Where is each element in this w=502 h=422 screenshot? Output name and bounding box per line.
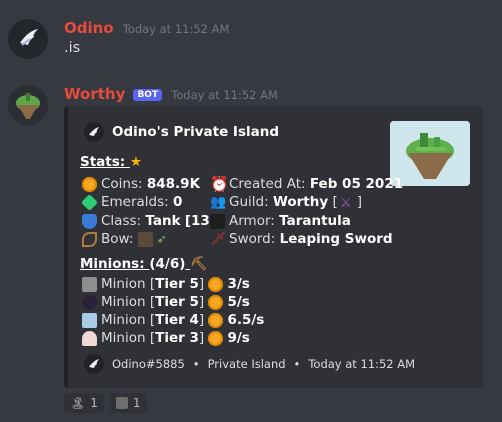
timestamp: Today at 11:52 AM — [122, 22, 230, 36]
bow-icon — [82, 231, 97, 247]
footer-separator: • — [192, 357, 200, 371]
stat-label: Guild: — [229, 194, 269, 210]
stat-label: Class: — [101, 213, 142, 229]
footer-separator: • — [293, 357, 301, 371]
stats-title: Stats: — [80, 154, 126, 170]
minion-tier: Tier 3 — [155, 330, 199, 346]
reaction-count: 1 — [132, 396, 141, 410]
footer-time: Today at 11:52 AM — [308, 357, 416, 371]
quartz-icon — [82, 330, 97, 346]
embed-author: Odino's Private Island — [84, 122, 279, 142]
coin-icon — [208, 312, 224, 328]
timestamp: Today at 11:52 AM — [171, 88, 278, 102]
stats-heading: Stats: ★ — [80, 154, 142, 170]
stat-class: Class: Tank [13] — [82, 213, 216, 229]
alarm-clock-icon: ⏰ — [210, 174, 229, 193]
minion-name: Minion — [101, 276, 146, 292]
reaction-stone[interactable]: 1 — [109, 393, 147, 413]
stat-value: 0 — [173, 194, 183, 210]
chestplate-icon — [210, 213, 225, 229]
ice-icon — [82, 312, 97, 328]
tier-close: ] — [198, 276, 205, 292]
stat-label: Armor: — [229, 213, 275, 229]
obsidian-icon — [82, 294, 97, 310]
stat-armor: Armor: Tarantula — [210, 213, 351, 229]
stat-value: Feb 05 2021 — [309, 176, 404, 192]
minion-rate: 5/s — [227, 294, 250, 310]
embed-title[interactable]: Odino's Private Island — [112, 124, 279, 140]
footer-label: Private Island — [207, 357, 286, 371]
minion-tier: Tier 5 — [155, 294, 199, 310]
minion-row: Minion [Tier 3] 9/s — [82, 330, 250, 346]
coin-icon — [208, 276, 224, 292]
user-avatar[interactable] — [8, 19, 48, 59]
stat-label: Created At: — [229, 176, 306, 192]
minion-rate: 9/s — [227, 330, 250, 346]
star-icon: ★ — [129, 154, 142, 170]
reaction-island[interactable]: 🏝 1 — [64, 393, 104, 413]
minion-row: Minion [Tier 4] 6.5/s — [82, 312, 264, 328]
people-icon: 👥 — [210, 194, 227, 210]
tier-close: ] — [198, 294, 205, 310]
username[interactable]: Odino — [64, 19, 114, 37]
minion-row: Minion [Tier 5] 5/s — [82, 294, 250, 310]
arrow-icon: ➶ — [156, 231, 167, 246]
minions-count: (4/6) — [149, 256, 186, 272]
island-icon: 🏝 — [70, 396, 86, 410]
stat-created: ⏰ Created At: Feb 05 2021 — [210, 176, 403, 192]
block-icon — [137, 231, 153, 247]
minion-name: Minion — [101, 312, 146, 328]
stat-guild: 👥 Guild: Worthy [⚔] — [210, 194, 363, 211]
stat-coins: Coins: 848.9K — [82, 176, 200, 192]
stat-bow: Bow: ➶ — [82, 231, 176, 247]
bot-avatar[interactable] — [8, 85, 48, 125]
stat-value: Worthy — [272, 194, 329, 210]
stat-label: Emeralds: — [101, 194, 169, 210]
emerald-icon — [81, 193, 98, 211]
footer-icon — [84, 354, 104, 374]
stat-emeralds: Emeralds: 0 — [81, 193, 183, 211]
coin-icon — [208, 330, 224, 346]
pickaxe-icon: ⛏ — [190, 256, 208, 272]
cobblestone-icon — [82, 276, 97, 292]
reaction-count: 1 — [90, 396, 98, 410]
username[interactable]: Worthy — [64, 85, 125, 103]
minion-rate: 6.5/s — [227, 312, 265, 328]
minion-rate: 3/s — [227, 276, 250, 292]
avatar-icon — [20, 29, 38, 46]
coin-icon — [208, 294, 224, 310]
message-content: .is — [64, 40, 81, 56]
sword-icon: 🗡 — [210, 231, 227, 247]
minion-tier: Tier 5 — [155, 276, 199, 292]
guild-tag-icon: ⚔ — [339, 194, 352, 211]
coin-icon — [82, 176, 97, 192]
embed: Odino's Private Island Stats: ★ Coins: 8… — [64, 106, 483, 388]
tier-close: ] — [198, 312, 205, 328]
author-icon — [84, 122, 104, 142]
minion-tier: Tier 4 — [155, 312, 199, 328]
tier-close: ] — [198, 330, 205, 346]
guild-bracket-close: ] — [356, 194, 363, 210]
minion-row: Minion [Tier 5] 3/s — [82, 276, 250, 292]
island-avatar-icon — [8, 85, 48, 125]
stat-label: Coins: — [101, 176, 143, 192]
minion-name: Minion — [101, 330, 146, 346]
stat-label: Bow: — [101, 231, 134, 247]
guild-bracket-open: [ — [332, 194, 338, 210]
stat-value: 848.9K — [146, 176, 201, 192]
stat-value: Tarantula — [279, 213, 351, 229]
minions-heading: Minions: (4/6) ⛏ — [80, 256, 207, 272]
stone-icon — [115, 397, 128, 409]
stat-sword: 🗡 Sword: Leaping Sword — [210, 231, 393, 247]
embed-footer: Odino#5885 • Private Island • Today at 1… — [84, 354, 415, 374]
reactions: 🏝 1 1 — [64, 393, 147, 413]
shield-icon — [82, 213, 97, 229]
minion-name: Minion — [101, 294, 146, 310]
footer-user: Odino#5885 — [112, 357, 185, 371]
stat-value: Tank — [145, 213, 181, 229]
stat-value: Leaping Sword — [279, 231, 393, 247]
bot-badge: BOT — [133, 89, 163, 101]
minions-title: Minions: — [80, 256, 145, 272]
stat-label: Sword: — [229, 231, 276, 247]
